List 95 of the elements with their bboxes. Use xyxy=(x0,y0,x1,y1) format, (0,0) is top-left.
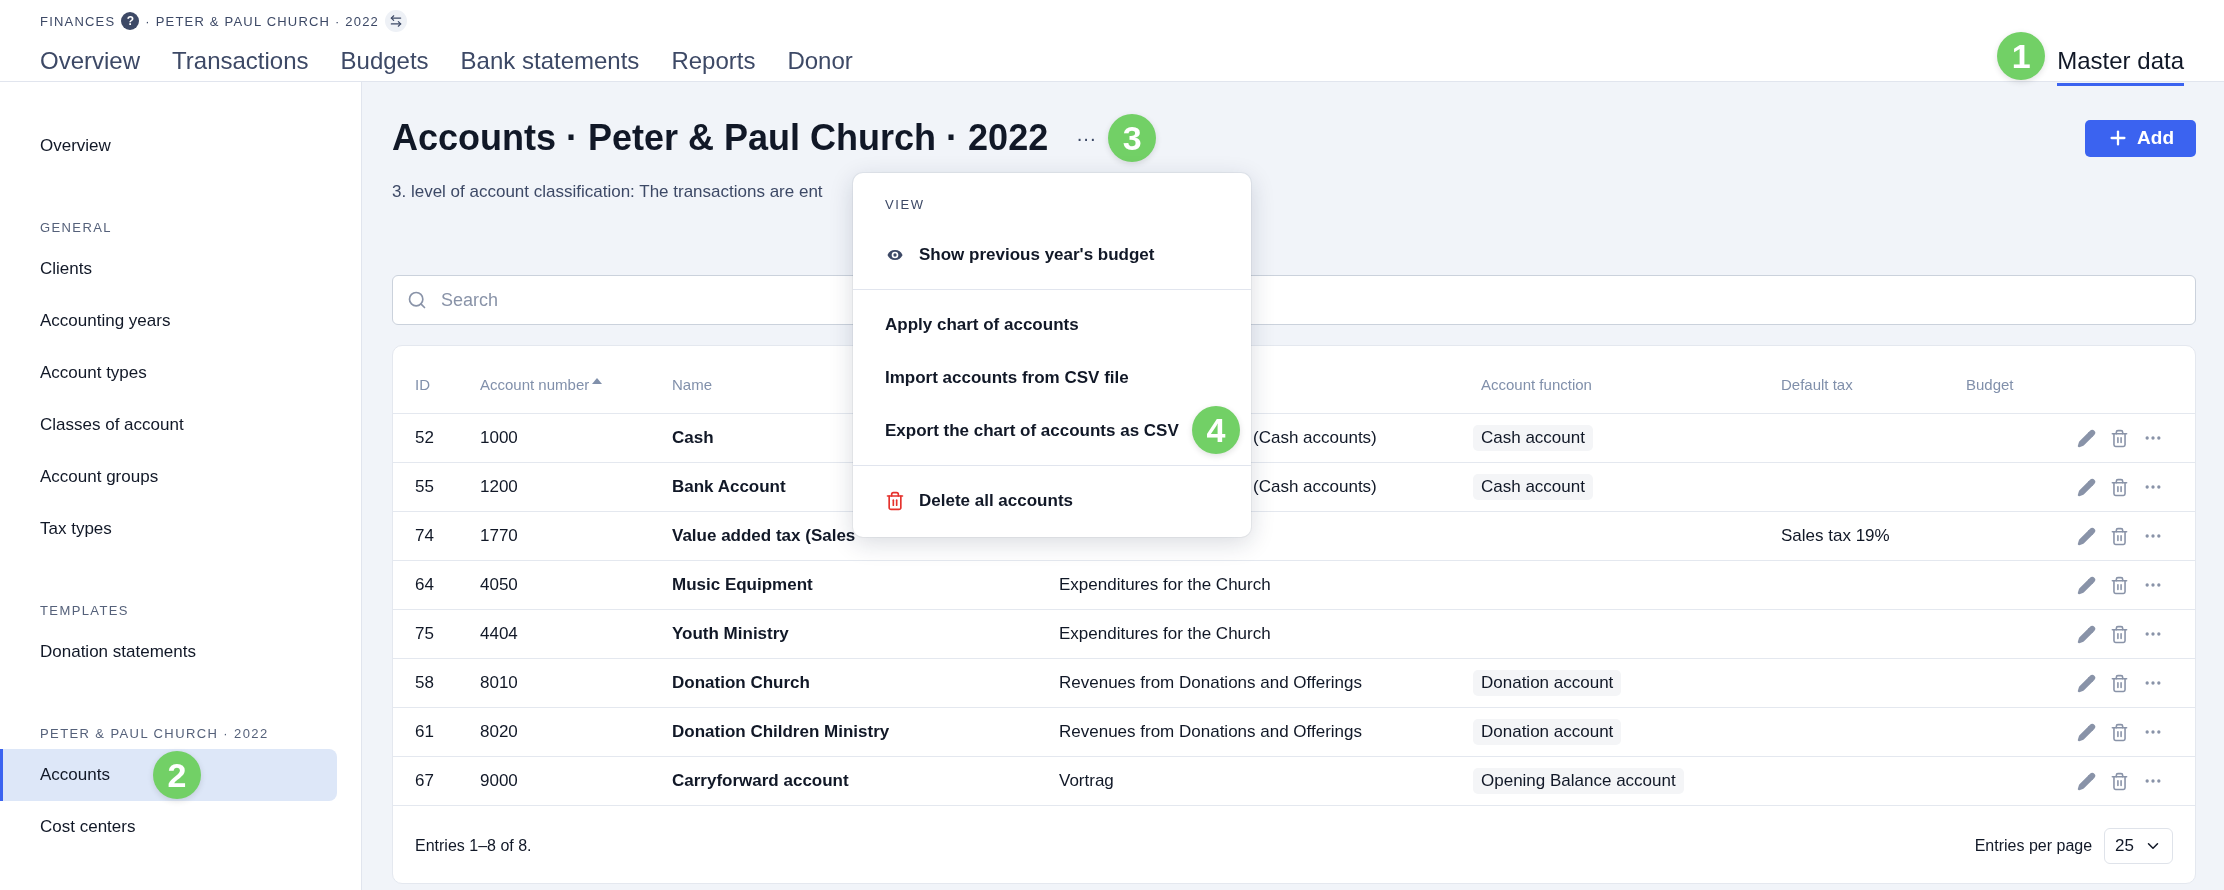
sidebar-item[interactable]: Classes of account xyxy=(0,399,337,451)
edit-icon[interactable] xyxy=(2077,722,2096,742)
entries-count: Entries 1–8 of 8. xyxy=(415,837,532,855)
table-cell: 61 xyxy=(415,722,434,742)
table-cell: Vortrag xyxy=(1059,771,1114,791)
table-cell: Expenditures for the Church xyxy=(1059,575,1271,595)
sidebar-heading: TEMPLATES xyxy=(39,603,130,618)
table-cell: 1000 xyxy=(480,428,518,448)
sidebar-item[interactable]: Overview xyxy=(0,120,337,172)
account-function-tag: Cash account xyxy=(1473,474,1593,500)
help-icon[interactable]: ? xyxy=(121,12,140,30)
nav-tab[interactable]: Bank statements xyxy=(460,47,640,86)
edit-icon[interactable] xyxy=(2077,477,2096,497)
delete-icon[interactable] xyxy=(2110,477,2129,497)
account-name: Donation Church xyxy=(672,673,810,693)
table-cell: 67 xyxy=(415,771,434,791)
sidebar-heading: PETER & PAUL CHURCH · 2022 xyxy=(39,726,270,741)
table-cell: 4050 xyxy=(480,575,518,595)
account-name: Donation Children Ministry xyxy=(672,722,890,742)
sidebar-item[interactable]: Account types xyxy=(0,347,337,399)
menu-item[interactable]: Delete all accounts xyxy=(853,474,1251,527)
account-function-tag: Donation account xyxy=(1473,670,1622,696)
account-function-tag: Opening Balance account xyxy=(1473,768,1684,794)
account-function-tag: Donation account xyxy=(1473,719,1622,745)
table-cell: 75 xyxy=(415,624,434,644)
account-name: Youth Ministry xyxy=(672,624,789,644)
per-page-select[interactable]: 25 xyxy=(2104,828,2173,864)
table-cell: Expenditures for the Church xyxy=(1059,624,1271,644)
account-name: Bank Account xyxy=(672,477,786,497)
more-button[interactable]: ··· xyxy=(1070,126,1103,150)
menu-item[interactable]: Import accounts from CSV file xyxy=(853,351,1251,404)
callout-badge: 3 xyxy=(1108,114,1157,162)
per-page-label: Entries per page xyxy=(1974,837,2093,855)
table-cell: Revenues from Donations and Offerings xyxy=(1059,722,1363,742)
sidebar-heading: GENERAL xyxy=(39,220,113,235)
table-cell: (Cash accounts) xyxy=(1253,477,1377,497)
account-name: Value added tax (Sales xyxy=(672,526,856,546)
nav-tab[interactable]: Reports xyxy=(671,47,756,86)
account-name: Music Equipment xyxy=(672,575,813,595)
callout-badge: 4 xyxy=(1192,406,1240,454)
breadcrumb-context: · PETER & PAUL CHURCH · 2022 xyxy=(145,13,380,29)
table-cell: 9000 xyxy=(480,771,518,791)
account-name: Carryforward account xyxy=(672,771,849,791)
nav-tab[interactable]: Overview xyxy=(40,47,141,86)
table-cell: Revenues from Donations and Offerings xyxy=(1059,673,1363,693)
delete-icon[interactable] xyxy=(2110,771,2129,791)
callout-badge: 2 xyxy=(153,751,201,799)
table-cell: 55 xyxy=(415,477,434,497)
nav-tab[interactable]: Donor xyxy=(787,47,853,86)
account-name: Cash xyxy=(672,428,714,448)
delete-icon[interactable] xyxy=(2110,428,2129,448)
swap-icon[interactable] xyxy=(385,10,408,32)
delete-icon[interactable] xyxy=(2110,575,2129,595)
sidebar-item[interactable]: Tax types xyxy=(0,503,337,555)
table-cell: (Cash accounts) xyxy=(1253,428,1377,448)
sidebar-item[interactable]: Account groups xyxy=(0,451,337,503)
edit-icon[interactable] xyxy=(2077,526,2096,546)
table-cell: 1200 xyxy=(480,477,518,497)
edit-icon[interactable] xyxy=(2077,575,2096,595)
sidebar-item[interactable]: Accounting years xyxy=(0,295,337,347)
table-cell: 58 xyxy=(415,673,434,693)
account-function-tag: Cash account xyxy=(1473,425,1593,451)
menu-item[interactable]: Export the chart of accounts as CSV 4 xyxy=(853,404,1251,457)
page-title: Accounts · Peter & Paul Church · 2022 xyxy=(392,117,1049,159)
table-cell: 74 xyxy=(415,526,434,546)
callout-badge: 1 xyxy=(1997,32,2046,80)
sidebar-item[interactable]: Accounts 2 xyxy=(0,749,337,801)
search-icon xyxy=(407,290,427,310)
nav-tab[interactable]: Budgets xyxy=(340,47,429,86)
edit-icon[interactable] xyxy=(2077,673,2096,693)
table-cell: 4404 xyxy=(480,624,518,644)
table-cell: 1770 xyxy=(480,526,518,546)
sidebar-item[interactable]: Donation statements xyxy=(0,626,337,678)
breadcrumb-section: FINANCES xyxy=(40,13,116,29)
menu-heading: VIEW xyxy=(884,196,926,214)
table-cell: 52 xyxy=(415,428,434,448)
add-button[interactable]: Add xyxy=(2085,119,2196,157)
delete-icon[interactable] xyxy=(2110,624,2129,644)
table-cell: 64 xyxy=(415,575,434,595)
nav-tab[interactable]: Transactions xyxy=(172,47,309,86)
edit-icon[interactable] xyxy=(2077,771,2096,791)
delete-icon[interactable] xyxy=(2110,722,2129,742)
table-cell: Sales tax 19% xyxy=(1781,526,1890,546)
delete-icon[interactable] xyxy=(2110,526,2129,546)
table-cell: 8010 xyxy=(480,673,518,693)
sort-ascending-icon xyxy=(591,376,604,385)
edit-icon[interactable] xyxy=(2077,624,2096,644)
delete-icon[interactable] xyxy=(2110,673,2129,693)
trash-icon xyxy=(885,490,905,511)
sidebar-item[interactable]: Cost centers xyxy=(0,801,337,853)
edit-icon[interactable] xyxy=(2077,428,2096,448)
page-description: 3. level of account classification: The transactions are ent xyxy=(392,182,824,202)
table-cell: 8020 xyxy=(480,722,518,742)
nav-tab[interactable]: Master data xyxy=(2057,47,2184,86)
sidebar-item[interactable]: Clients xyxy=(0,243,337,295)
